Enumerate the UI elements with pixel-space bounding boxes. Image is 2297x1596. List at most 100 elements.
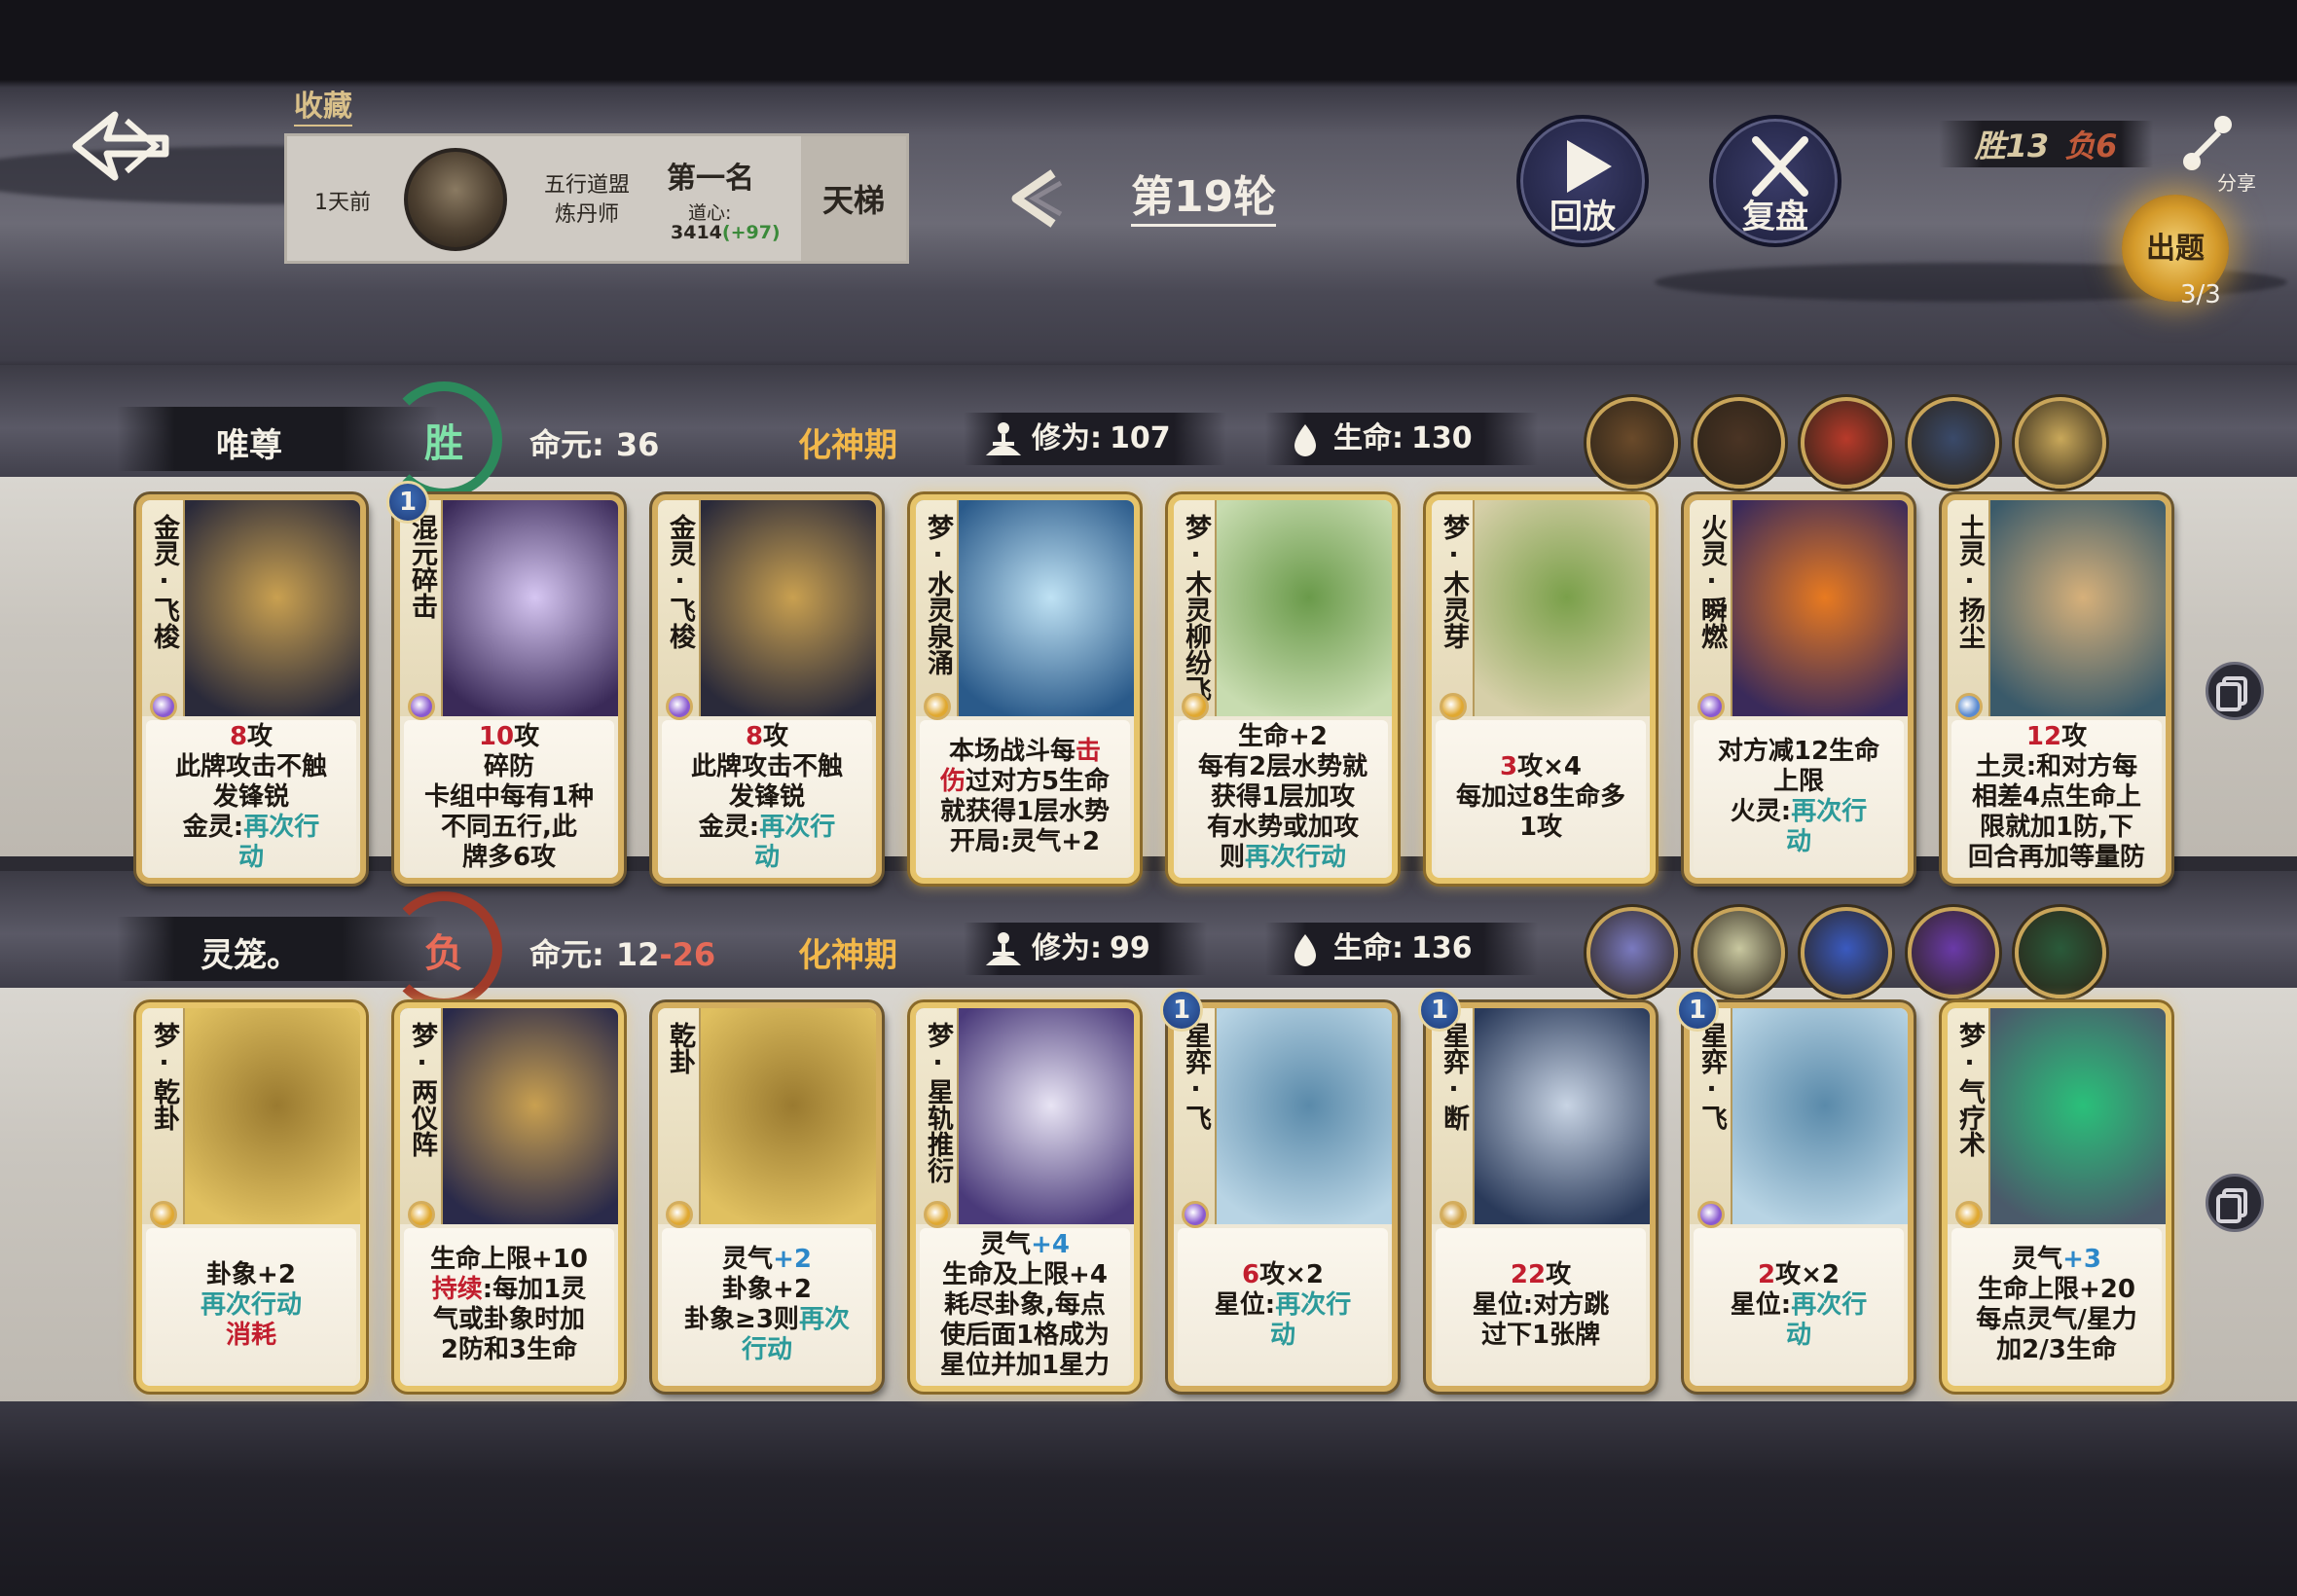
card-title: 星弈·飞: [1181, 1022, 1211, 1131]
replay-label: 回放: [1550, 198, 1616, 236]
card-title-banner: 乾卦: [658, 1008, 701, 1224]
round-title: 第19轮: [1131, 171, 1277, 227]
relic-icon[interactable]: [1694, 907, 1785, 998]
relic-icon[interactable]: [1586, 907, 1678, 998]
ladder-mode-label: 天梯: [801, 136, 906, 261]
player-2-realm: 化神期: [798, 936, 897, 975]
player-1-cultivation: 修为: 107: [964, 413, 1226, 465]
relic-icon[interactable]: [2015, 907, 2106, 998]
card-title: 梦·木灵芽: [1439, 514, 1469, 649]
player-2-life: 命元: 12-26: [529, 936, 716, 973]
card-title: 火灵·瞬燃: [1696, 514, 1727, 649]
skill-card[interactable]: 梦·水灵泉涌本场战斗每击 伤过对方5生命 就获得1层水势 开局:灵气+2: [910, 494, 1140, 884]
dao-heart-score: 3414(+97): [671, 222, 781, 243]
player-2-name: 灵笼。: [201, 936, 300, 975]
win-loss-record: 胜13 负6: [1939, 121, 2153, 167]
player-2-cultivation: 修为: 99: [964, 923, 1207, 975]
skill-card[interactable]: 梦·乾卦 卦象+2 再次行动 消耗: [136, 1002, 366, 1392]
card-title: 乾卦: [665, 1022, 695, 1074]
card-title: 土灵·扬尘: [1954, 514, 1985, 649]
share-button[interactable]: 分享: [2180, 113, 2268, 200]
skill-card[interactable]: 星弈·飞 6攻×2 星位:再次行 动: [1168, 1002, 1398, 1392]
card-title-banner: 土灵·扬尘: [1948, 500, 1990, 716]
card-title-banner: 梦·水灵泉涌: [916, 500, 959, 716]
share-icon: [2183, 116, 2232, 170]
question-count: 3/3: [2180, 280, 2221, 309]
player-1-name: 唯尊: [216, 426, 282, 465]
skill-card[interactable]: 星弈·断 22攻 星位:对方跳 过下1张牌: [1426, 1002, 1656, 1392]
relic-icon[interactable]: [1908, 397, 1999, 489]
card-description: 2攻×2 星位:再次行 动: [1694, 1228, 1904, 1382]
replay-button[interactable]: 回放: [1516, 115, 1649, 247]
card-element-gem: [408, 693, 435, 720]
skill-card[interactable]: 乾卦 灵气+2 卦象+2 卦象≥3则再次 行动: [652, 1002, 882, 1392]
skill-card[interactable]: 梦·气疗术 灵气+3 生命上限+20 每点灵气/星力 加2/3生命: [1942, 1002, 2171, 1392]
card-title: 梦·星轨推衍: [923, 1022, 953, 1183]
skill-card[interactable]: 火灵·瞬燃对方减12生命 上限 火灵:再次行 动: [1684, 494, 1914, 884]
card-title-banner: 梦·两仪阵: [400, 1008, 443, 1224]
card-description: 3攻×4 每加过8生命多 1攻: [1436, 720, 1646, 874]
skill-card[interactable]: 梦·星轨推衍 灵气+4 生命及上限+4 耗尽卦象,每点 使后面1格成为 星位并加1…: [910, 1002, 1140, 1392]
card-description: 生命上限+10 持续:每加1灵 气或卦象时加 2防和3生命: [404, 1228, 614, 1382]
opponent-avatar: [404, 148, 507, 251]
deck-view-icon[interactable]: [2206, 662, 2264, 720]
heart-drop-icon: [1294, 934, 1316, 966]
heart-drop-icon: [1294, 424, 1316, 456]
bottom-ink: [0, 1401, 2297, 1596]
relic-icon[interactable]: [1694, 397, 1785, 489]
skill-card[interactable]: 混元碎击 10攻 碎防 卡组中每有1种 不同五行,此 牌多6攻: [394, 494, 624, 884]
relic-icon[interactable]: [2015, 397, 2106, 489]
card-description: 8攻 此牌攻击不触 发锋锐 金灵:再次行 动: [662, 720, 872, 874]
card-element-gem: [1182, 693, 1209, 720]
card-element-gem: [1440, 693, 1467, 720]
card-element-gem: [150, 1201, 177, 1228]
review-label: 复盘: [1742, 198, 1808, 236]
lose-seal: 负: [385, 891, 502, 1008]
meditation-icon: [985, 932, 1022, 965]
relic-icon[interactable]: [1908, 907, 1999, 998]
play-icon: [1567, 140, 1612, 193]
favorite-link[interactable]: 收藏: [294, 90, 352, 127]
card-description: 灵气+3 生命上限+20 每点灵气/星力 加2/3生命: [1951, 1228, 2162, 1382]
card-description: 10攻 碎防 卡组中每有1种 不同五行,此 牌多6攻: [404, 720, 614, 874]
card-description: 12攻 土灵:和对方每 相差4点生命上 限就加1防,下 回合再加等量防: [1951, 720, 2162, 874]
relic-icon[interactable]: [1801, 397, 1892, 489]
card-title: 混元碎击: [407, 514, 437, 619]
card-level-badge: 1: [1676, 989, 1719, 1032]
card-description: 本场战斗每击 伤过对方5生命 就获得1层水势 开局:灵气+2: [920, 720, 1130, 874]
skill-card[interactable]: 梦·两仪阵 生命上限+10 持续:每加1灵 气或卦象时加 2防和3生命: [394, 1002, 624, 1392]
card-title-banner: 梦·乾卦: [142, 1008, 185, 1224]
question-label: 出题: [2146, 232, 2205, 266]
back-arrow-icon[interactable]: [68, 107, 175, 185]
skill-card[interactable]: 梦·木灵芽 3攻×4 每加过8生命多 1攻: [1426, 494, 1656, 884]
card-title: 金灵·飞梭: [149, 514, 179, 649]
deck-view-icon[interactable]: [2206, 1174, 2264, 1232]
match-record-panel[interactable]: 1天前 五行道盟 炼丹师 第一名 道心: 3414(+97) 天梯: [284, 133, 909, 264]
card-element-gem: [666, 693, 693, 720]
card-title-banner: 梦·木灵芽: [1432, 500, 1475, 716]
record-sect: 五行道盟 炼丹师: [543, 173, 630, 227]
skill-card[interactable]: 金灵·飞梭 8攻 此牌攻击不触 发锋锐 金灵:再次行 动: [652, 494, 882, 884]
card-element-gem: [1182, 1201, 1209, 1228]
card-title-banner: 混元碎击: [400, 500, 443, 716]
game-screen: 收藏 1天前 五行道盟 炼丹师 第一名 道心: 3414(+97) 天梯 第19…: [0, 0, 2297, 1596]
review-button[interactable]: 复盘: [1709, 115, 1841, 247]
card-description: 对方减12生命 上限 火灵:再次行 动: [1694, 720, 1904, 874]
card-title: 梦·水灵泉涌: [923, 514, 953, 675]
skill-card[interactable]: 金灵·飞梭 8攻 此牌攻击不触 发锋锐 金灵:再次行 动: [136, 494, 366, 884]
relic-icon[interactable]: [1586, 397, 1678, 489]
meditation-icon: [985, 422, 1022, 455]
chevron-left-icon[interactable]: [1003, 165, 1071, 234]
card-title: 星弈·断: [1439, 1022, 1469, 1131]
record-time: 1天前: [314, 191, 371, 215]
dao-heart-label: 道心:: [688, 202, 732, 224]
skill-card[interactable]: 土灵·扬尘 12攻 土灵:和对方每 相差4点生命上 限就加1防,下 回合再加等量防: [1942, 494, 2171, 884]
skill-card[interactable]: 星弈·飞 2攻×2 星位:再次行 动: [1684, 1002, 1914, 1392]
card-description: 22攻 星位:对方跳 过下1张牌: [1436, 1228, 1646, 1382]
relic-icon[interactable]: [1801, 907, 1892, 998]
card-element-gem: [1440, 1201, 1467, 1228]
card-title: 梦·木灵柳纷飞: [1181, 514, 1211, 702]
card-element-gem: [408, 1201, 435, 1228]
skill-card[interactable]: 梦·木灵柳纷飞 生命+2 每有2层水势就 获得1层加攻 有水势或加攻 则再次行动: [1168, 494, 1398, 884]
player-1-realm: 化神期: [798, 426, 897, 465]
